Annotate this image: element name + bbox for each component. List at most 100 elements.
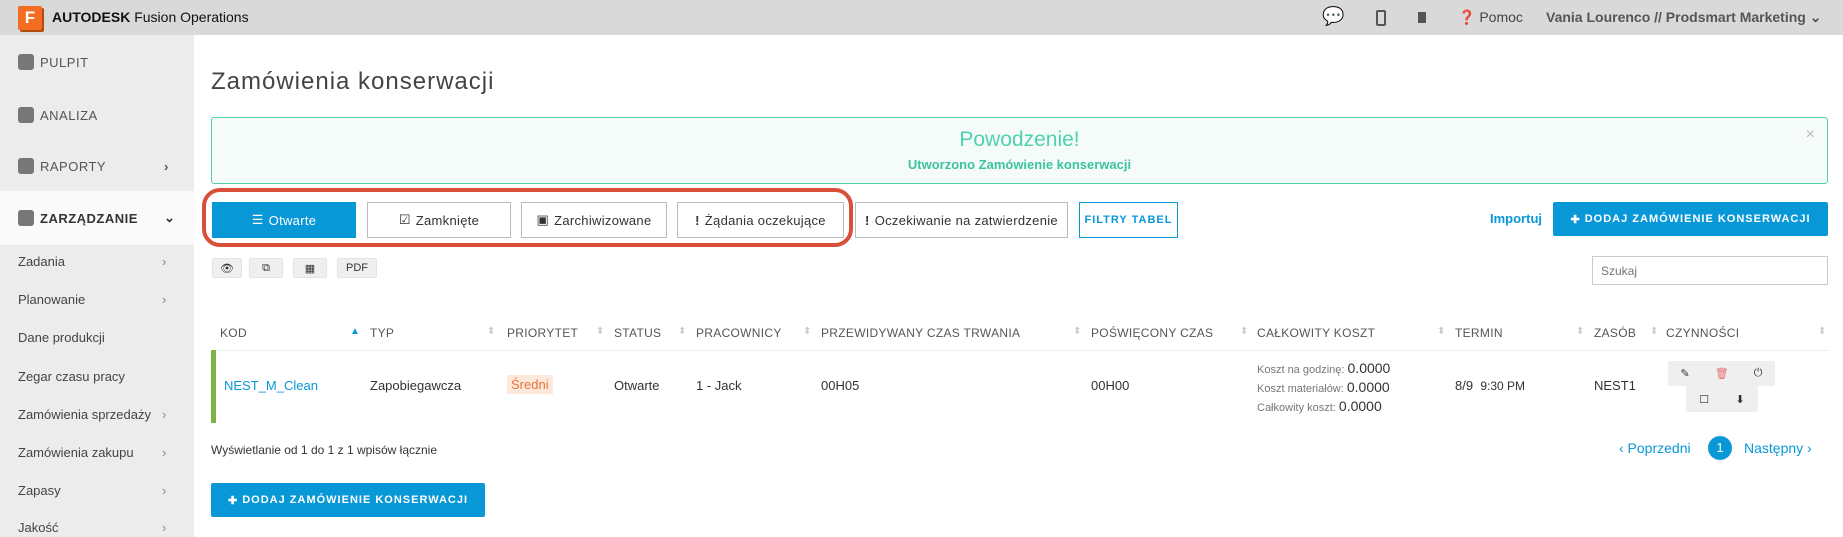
fusion-logo[interactable]: F (18, 6, 42, 30)
square-icon[interactable]: ☐ (1699, 393, 1709, 406)
sort-icon[interactable]: ⬍ (1437, 326, 1445, 337)
user-menu[interactable]: Vania Lourenco // Prodsmart Marketing ⌄ (1546, 9, 1821, 26)
chevron-right-icon: › (162, 407, 167, 422)
sidebar-item-pulpit[interactable]: PULPIT (18, 54, 89, 70)
brand-name: AUTODESK Fusion Operations (52, 9, 249, 25)
cost-hour: Koszt na godzinę: 0.0000 (1257, 360, 1390, 376)
header-koszt[interactable]: CAŁKOWITY KOSZT (1257, 326, 1375, 340)
header-kod[interactable]: KOD (220, 326, 247, 340)
chevron-right-icon: › (162, 483, 167, 498)
chevron-down-icon: ⌄ (1809, 9, 1822, 25)
header-divider (211, 350, 1828, 351)
copy-button[interactable]: ⧉ (249, 258, 283, 278)
add-maintenance-order-button[interactable]: ✚ DODAJ ZAMÓWIENIE KONSERWACJI (1553, 202, 1828, 236)
sidebar-sub-dane[interactable]: Dane produkcji (18, 330, 105, 345)
chevron-right-icon: › (164, 158, 169, 174)
sidebar-item-zarzadzanie[interactable]: ZARZĄDZANIE ⌄ (18, 210, 194, 226)
header-zasob[interactable]: ZASÓB (1594, 326, 1636, 340)
alert-title: Powodzenie! (959, 128, 1080, 151)
sidebar-sub-sprzedaz[interactable]: Zamówienia sprzedaży › (18, 407, 212, 422)
bar-chart-icon (18, 107, 34, 123)
sort-icon[interactable]: ⬍ (487, 326, 495, 337)
sort-icon[interactable]: ⬍ (1818, 326, 1826, 337)
sort-icon[interactable]: ⬍ (1073, 326, 1081, 337)
inbox-icon: ▣ (536, 212, 550, 227)
download-icon[interactable]: ⬇ (1736, 393, 1745, 406)
next-page-link[interactable]: Następny › (1744, 440, 1812, 456)
label: Koszt materiałów: (1257, 383, 1344, 395)
trash-icon[interactable]: 🗑 (1715, 367, 1729, 380)
sidebar-sub-zakup[interactable]: Zamówienia zakupu › (18, 445, 212, 460)
sidebar-sub-zegar[interactable]: Zegar czasu pracy (18, 369, 125, 384)
label: Zarchiwizowane (554, 212, 652, 228)
close-icon[interactable]: × (1806, 126, 1815, 144)
header-pracownicy[interactable]: PRACOWNICY (696, 326, 782, 340)
brand-rest: Fusion Operations (134, 9, 249, 25)
sort-icon[interactable]: ⬍ (678, 326, 686, 337)
mobile-icon[interactable] (1376, 10, 1386, 26)
table-info: Wyświetlanie od 1 do 1 z 1 wpisów łączni… (211, 443, 438, 457)
sort-icon[interactable]: ⬍ (1650, 326, 1658, 337)
header-czynnosci[interactable]: CZYNNOŚCI (1666, 326, 1739, 340)
sidebar-sub-zadania[interactable]: Zadania › (18, 254, 212, 269)
reports-icon (18, 158, 34, 174)
pdf-button[interactable]: PDF (337, 258, 377, 278)
sliders-icon (18, 210, 34, 226)
add-maintenance-order-bottom-button[interactable]: ✚ DODAJ ZAMÓWIENIE KONSERWACJI (211, 483, 485, 517)
column-visibility-button[interactable]: 👁 (212, 258, 242, 278)
sidebar-sub-planowanie[interactable]: Planowanie › (18, 292, 212, 307)
import-link[interactable]: Importuj (1490, 211, 1542, 226)
label: Całkowity koszt: (1257, 402, 1336, 414)
order-code-link[interactable]: NEST_M_Clean (224, 378, 318, 393)
sort-icon[interactable]: ⬍ (596, 326, 604, 337)
help-link[interactable]: ❓ Pomoc (1458, 9, 1523, 26)
cell-workers: 1 - Jack (696, 378, 742, 393)
label: Koszt na godzinę: (1257, 364, 1345, 376)
header-poswiecony[interactable]: POŚWIĘCONY CZAS (1091, 326, 1213, 340)
bookmark-icon[interactable] (1418, 12, 1426, 23)
cell-status: Otwarte (614, 378, 660, 393)
cost-total: Całkowity koszt: 0.0000 (1257, 398, 1382, 414)
actions-row-1: ✎ 🗑 ⏻ (1668, 361, 1775, 386)
label: Zamówienia sprzedaży (18, 407, 151, 422)
excel-button[interactable]: ▦ (293, 258, 327, 278)
value: 0.0000 (1346, 379, 1390, 395)
page-1-button[interactable]: 1 (1708, 436, 1732, 460)
label: RAPORTY (40, 158, 107, 174)
due-time: 9:30 PM (1480, 379, 1526, 393)
sort-icon[interactable]: ⬍ (1576, 326, 1584, 337)
tab-otwarte[interactable]: ☰ Otwarte (212, 202, 356, 238)
prev-page-link[interactable]: ‹ Poprzedni (1619, 440, 1691, 456)
label: ANALIZA (40, 107, 98, 123)
actions-row-2: ☐ ⬇ (1686, 386, 1758, 412)
tab-zamkniete[interactable]: ☑ Zamknięte (367, 202, 511, 238)
chevron-down-icon: ⌄ (164, 210, 176, 225)
eye-icon: 👁 (220, 262, 234, 275)
label: Zadania (18, 254, 65, 269)
chevron-right-icon: › (162, 254, 167, 269)
edit-icon[interactable]: ✎ (1681, 367, 1690, 380)
label: Żądania oczekujące (704, 212, 826, 228)
sort-asc-icon[interactable]: ▲ (350, 326, 360, 337)
page-title: Zamówienia konserwacji (211, 68, 495, 95)
tab-zarchiwizowane[interactable]: ▣ Zarchiwizowane (521, 202, 667, 238)
header-priorytet[interactable]: PRIORYTET (507, 326, 578, 340)
value: 0.0000 (1338, 398, 1382, 414)
power-icon[interactable]: ⏻ (1754, 367, 1763, 380)
tab-zadania-oczekujace[interactable]: ! Żądania oczekujące (677, 202, 844, 238)
sidebar-item-raporty[interactable]: RAPORTY › (18, 158, 194, 174)
sort-icon[interactable]: ⬍ (803, 326, 811, 337)
search-input[interactable] (1592, 256, 1828, 285)
header-status[interactable]: STATUS (614, 326, 661, 340)
header-termin[interactable]: TERMIN (1455, 326, 1503, 340)
header-typ[interactable]: TYP (370, 326, 394, 340)
sidebar-item-analiza[interactable]: ANALIZA (18, 107, 98, 123)
chat-icon[interactable]: 💬 (1322, 6, 1344, 27)
header-przewidywany[interactable]: PRZEWIDYWANY CZAS TRWANIA (821, 326, 1020, 340)
sidebar-sub-jakosc[interactable]: Jakość › (18, 520, 212, 535)
sort-icon[interactable]: ⬍ (1240, 326, 1248, 337)
sidebar-sub-zapasy[interactable]: Zapasy › (18, 483, 212, 498)
exclamation-icon: ! (865, 212, 870, 228)
table-filters-button[interactable]: FILTRY TABEL (1079, 202, 1178, 238)
tab-oczekiwanie[interactable]: ! Oczekiwanie na zatwierdzenie (855, 202, 1068, 238)
